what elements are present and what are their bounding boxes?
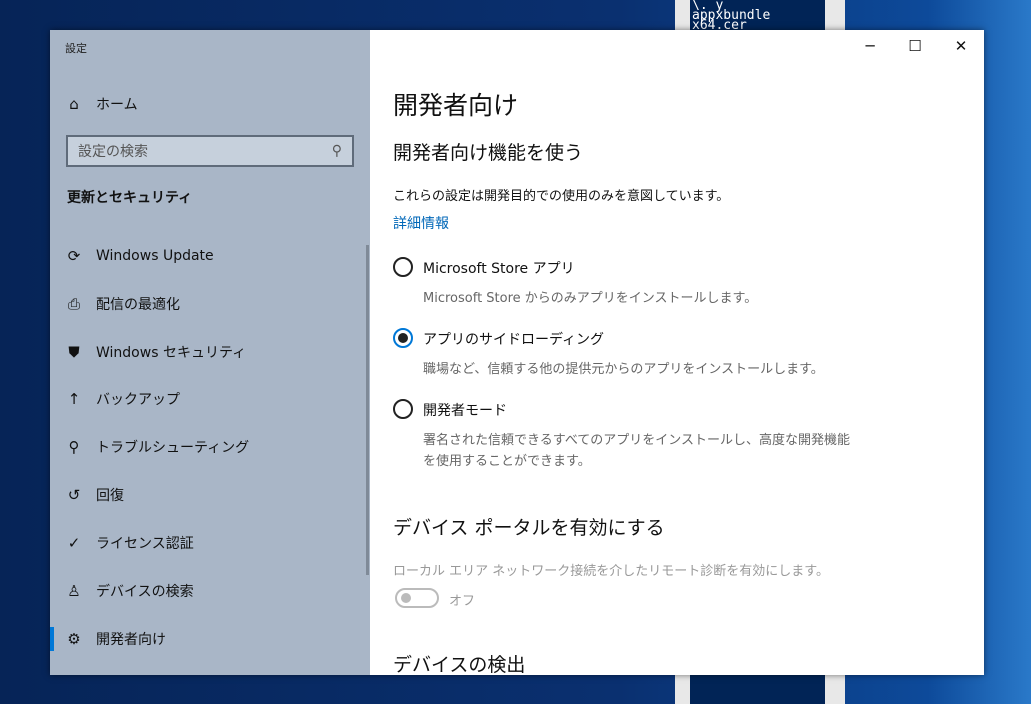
search-input[interactable]: 設定の検索 ⚲ xyxy=(66,135,354,167)
radio-button[interactable] xyxy=(393,399,413,419)
radio-description: 署名された信頼できるすべてのアプリをインストールし、高度な開発機能 xyxy=(423,433,851,448)
shield-icon: ⛊ xyxy=(68,343,80,361)
sidebar-item-recovery[interactable]: ↺ 回復 xyxy=(50,475,370,515)
sidebar: 設定 ⌂ ホーム 設定の検索 ⚲ 更新とセキュリティ ⟳ Windows Upda… xyxy=(50,30,370,675)
wrench-icon: ⚲ xyxy=(68,438,80,456)
radio-label: アプリのサイドローディング xyxy=(423,332,605,348)
sidebar-item-windows-update[interactable]: ⟳ Windows Update xyxy=(50,236,370,276)
section-heading: デバイス ポータルを有効にする xyxy=(393,517,665,539)
section-heading: 更新とセキュリティ xyxy=(67,190,193,206)
home-icon: ⌂ xyxy=(69,95,79,113)
sidebar-item-find-device[interactable]: ♙ デバイスの検索 xyxy=(50,571,370,611)
radio-description: 職場など、信頼する他の提供元からのアプリをインストールします。 xyxy=(423,362,824,377)
section-heading: 開発者向け機能を使う xyxy=(393,142,584,164)
section-heading: デバイスの検出 xyxy=(393,654,526,676)
sidebar-item-label: バックアップ xyxy=(96,392,180,408)
description: これらの設定は開発目的での使用のみを意図しています。 xyxy=(393,189,730,204)
radio-button-selected[interactable] xyxy=(393,328,413,348)
history-icon: ↺ xyxy=(67,486,81,504)
sidebar-scrollbar[interactable] xyxy=(366,245,369,575)
window-title: 設定 xyxy=(65,42,87,55)
search-icon[interactable]: ⚲ xyxy=(332,143,342,159)
sidebar-item-troubleshoot[interactable]: ⚲ トラブルシューティング xyxy=(50,427,370,467)
page-title: 開発者向け xyxy=(393,91,519,120)
close-button[interactable]: ✕ xyxy=(938,30,984,62)
sidebar-item-windows-security[interactable]: ⛊ Windows セキュリティ xyxy=(50,332,370,372)
sidebar-item-label: デバイスの検索 xyxy=(96,584,194,600)
maximize-button[interactable]: ☐ xyxy=(892,30,938,62)
toggle-state: オフ xyxy=(449,594,476,609)
person-pin-icon: ♙ xyxy=(67,582,81,600)
sidebar-item-label: Windows Update xyxy=(96,248,214,264)
search-placeholder: 設定の検索 xyxy=(78,144,148,160)
portal-description: ローカル エリア ネットワーク接続を介したリモート診断を有効にします。 xyxy=(393,564,829,579)
radio-description: を使用することができます。 xyxy=(423,454,591,469)
minimize-button[interactable]: ─ xyxy=(847,30,893,62)
radio-label: 開発者モード xyxy=(423,403,507,419)
radio-description: Microsoft Store からのみアプリをインストールします。 xyxy=(423,291,758,306)
radio-button[interactable] xyxy=(393,257,413,277)
backup-arrow-icon: ↑ xyxy=(67,390,81,408)
sidebar-item-label: 回復 xyxy=(96,488,124,504)
sidebar-item-delivery-optimization[interactable]: ⎙ 配信の最適化 xyxy=(50,284,370,324)
delivery-icon: ⎙ xyxy=(67,295,80,313)
sidebar-item-label: 開発者向け xyxy=(96,632,166,648)
sidebar-item-activation[interactable]: ✓ ライセンス認証 xyxy=(50,523,370,563)
developer-tools-icon: ⚙ xyxy=(67,630,81,648)
radio-label: Microsoft Store アプリ xyxy=(423,261,575,277)
sidebar-item-label: ライセンス認証 xyxy=(96,536,194,552)
settings-window: 設定 ⌂ ホーム 設定の検索 ⚲ 更新とセキュリティ ⟳ Windows Upda… xyxy=(50,30,984,676)
sidebar-item-label: Windows セキュリティ xyxy=(96,345,247,361)
sync-icon: ⟳ xyxy=(67,247,81,265)
more-info-link[interactable]: 詳細情報 xyxy=(393,213,449,233)
sidebar-item-label: トラブルシューティング xyxy=(96,440,250,456)
sidebar-item-backup[interactable]: ↑ バックアップ xyxy=(50,379,370,419)
sidebar-item-for-developers[interactable]: ⚙ 開発者向け xyxy=(50,619,370,659)
sidebar-item-label: 配信の最適化 xyxy=(96,297,180,313)
sidebar-item-home[interactable]: ⌂ ホーム xyxy=(50,84,370,124)
device-portal-toggle[interactable] xyxy=(395,588,439,608)
sidebar-item-label: ホーム xyxy=(96,97,138,113)
check-circle-icon: ✓ xyxy=(67,534,81,552)
